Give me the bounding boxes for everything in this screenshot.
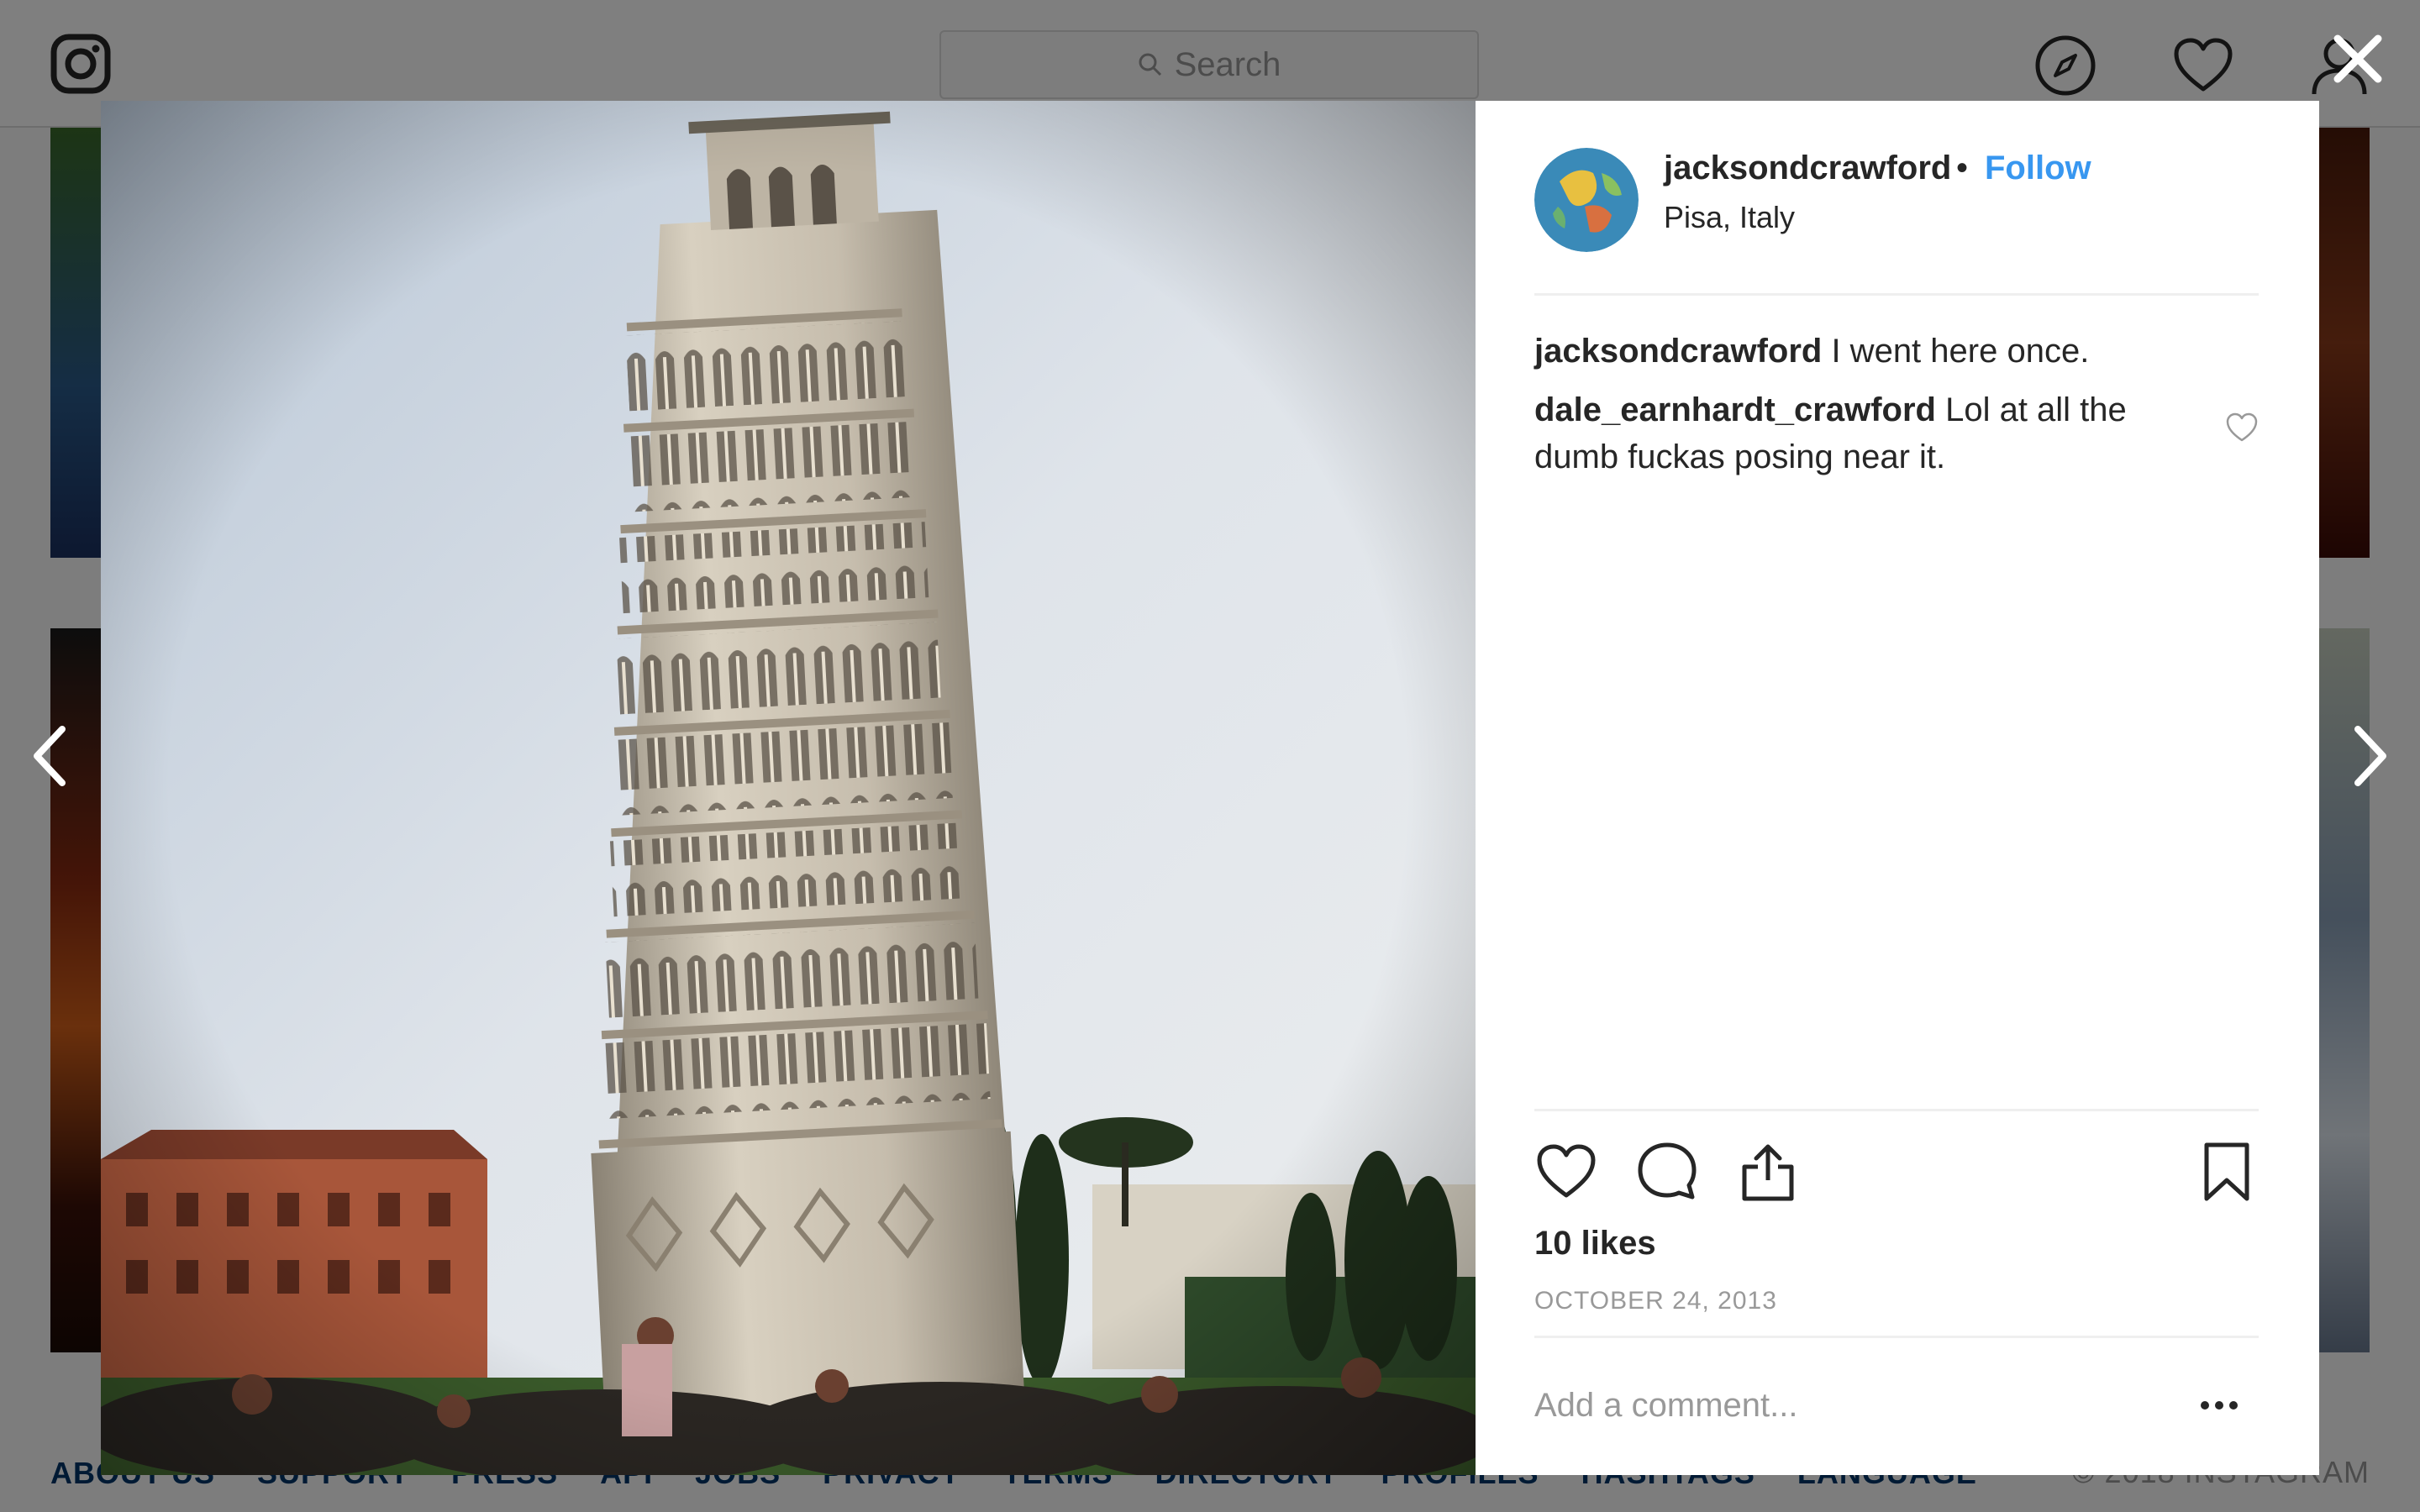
post-modal: jacksondcrawford • Follow Pisa, Italy ja… [101,101,2319,1475]
comment-input[interactable] [1534,1372,2173,1439]
chevron-right-icon[interactable] [2344,722,2395,790]
post-location[interactable]: Pisa, Italy [1664,200,1795,235]
comment-like-heart-icon[interactable] [2225,412,2259,444]
share-icon[interactable] [1736,1140,1800,1204]
comment-text: I went here once. [1831,333,2090,370]
caption-comment: jacksondcrawford I went here once. [1534,328,2259,375]
like-heart-icon[interactable] [1534,1140,1598,1204]
separator-dot: • [1956,150,1969,186]
post-photo[interactable] [101,101,1476,1475]
likes-count[interactable]: 10 likes [1534,1225,1656,1263]
chevron-left-icon[interactable] [25,722,76,790]
comments-list: jacksondcrawford I went here once. dale_… [1534,328,2259,492]
avatar[interactable] [1534,148,1639,252]
comment-username[interactable]: dale_earnhardt_crawford [1534,391,1936,428]
close-icon[interactable] [2329,30,2386,87]
more-options-icon[interactable] [2198,1389,2240,1422]
leaning-tower-photo [101,101,1476,1475]
add-comment-section [1534,1336,2259,1475]
follow-button[interactable]: Follow [1985,150,2091,187]
list-item: dale_earnhardt_crawford Lol at all the d… [1534,386,2259,480]
comment-bubble-icon[interactable] [1635,1140,1699,1204]
post-date: OCTOBER 24, 2013 [1534,1287,1777,1315]
post-details-panel: jacksondcrawford • Follow Pisa, Italy ja… [1476,101,2319,1475]
post-header: jacksondcrawford • Follow Pisa, Italy [1534,148,2259,296]
post-username[interactable]: jacksondcrawford [1664,150,1951,187]
post-actions [1534,1109,2259,1210]
comment-username[interactable]: jacksondcrawford [1534,333,1822,370]
bookmark-icon[interactable] [2195,1140,2259,1204]
